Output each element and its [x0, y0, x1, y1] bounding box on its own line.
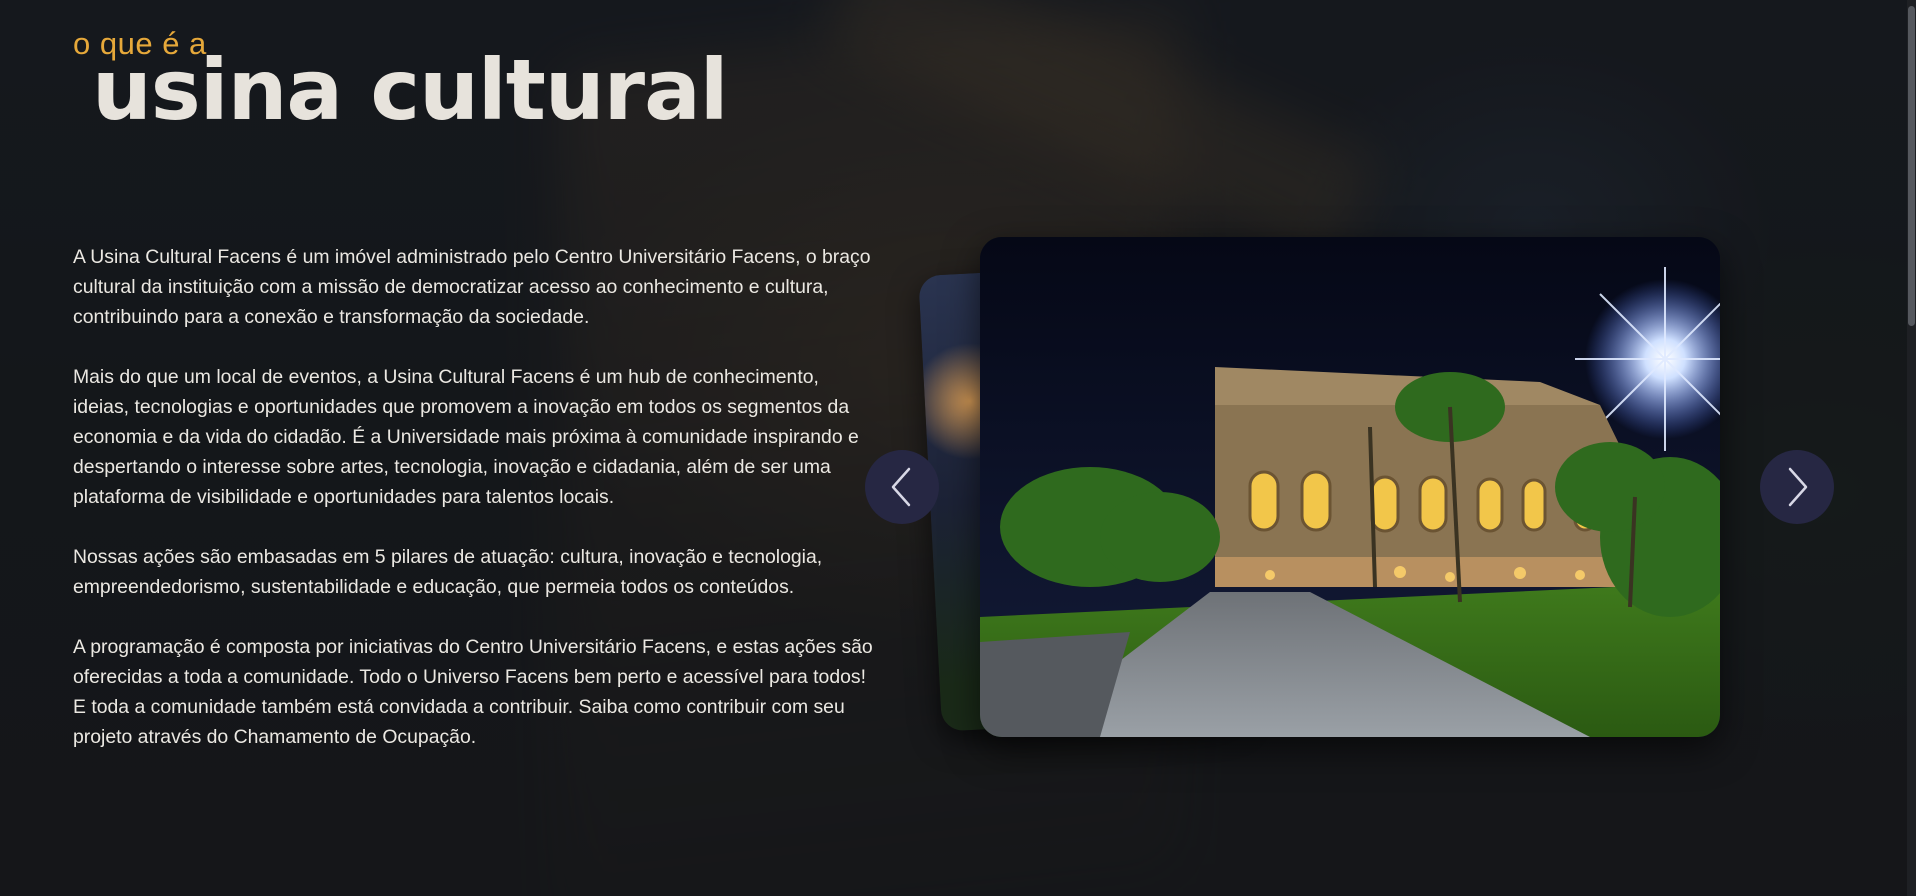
carousel-prev-button[interactable] — [865, 450, 939, 524]
usina-building-photo — [980, 237, 1720, 737]
paragraph-hub: Mais do que um local de eventos, a Usina… — [73, 366, 859, 508]
chevron-right-icon — [1788, 467, 1808, 507]
paragraph-intro: A Usina Cultural Facens é um imóvel admi… — [73, 246, 871, 328]
paragraph-programming: A programação é composta por iniciativas… — [73, 636, 873, 748]
chevron-left-icon — [891, 467, 911, 507]
page-scrollbar[interactable] — [1907, 0, 1916, 896]
scrollbar-thumb[interactable] — [1908, 6, 1915, 326]
description: A Usina Cultural Facens é um imóvel admi… — [73, 242, 873, 782]
paragraph-pillars: Nossas ações são embasadas em 5 pilares … — [73, 546, 823, 598]
carousel-next-button[interactable] — [1760, 450, 1834, 524]
section-title: usina cultural — [92, 41, 729, 139]
carousel-slide-active[interactable] — [980, 237, 1720, 737]
